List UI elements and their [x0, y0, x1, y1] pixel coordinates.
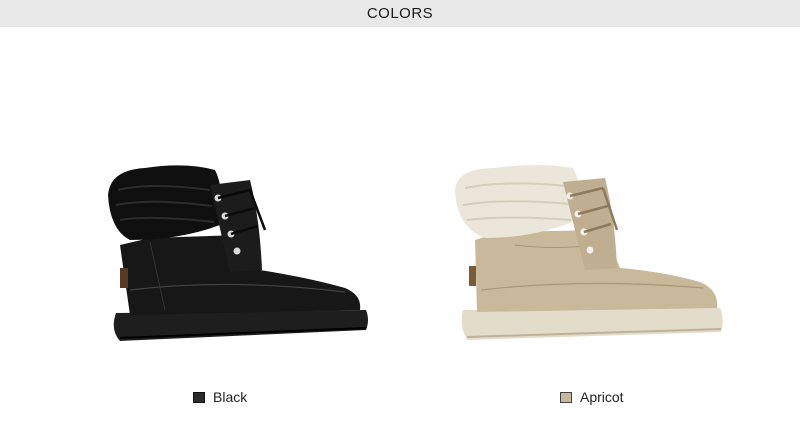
product-image-black[interactable] [90, 150, 380, 360]
section-header: COLORS [0, 0, 800, 27]
section-title: COLORS [366, 5, 434, 22]
product-image-apricot[interactable] [445, 150, 735, 360]
variant-label: Black [213, 389, 248, 405]
variant-option-black[interactable]: Black [193, 389, 247, 405]
color-swatch [193, 391, 205, 403]
apricot-boot-icon [455, 165, 723, 340]
variant-label: Apricot [580, 389, 624, 405]
variant-option-apricot[interactable]: Apricot [560, 389, 624, 405]
black-boot-icon [108, 165, 368, 341]
color-swatch [560, 391, 572, 403]
